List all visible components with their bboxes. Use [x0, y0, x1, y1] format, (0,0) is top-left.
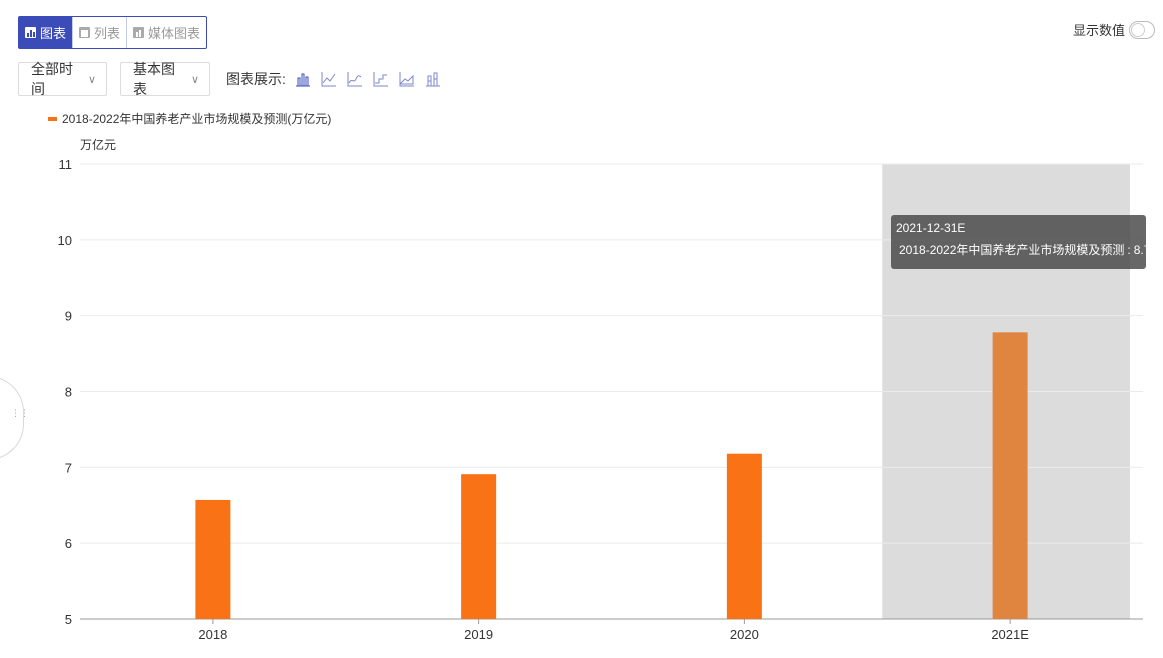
y-tick-label: 6 — [65, 536, 72, 551]
tooltip-series-name: 2018-2022年中国养老产业市场规模及预测 — [899, 243, 1125, 257]
bar-2020 — [726, 453, 762, 619]
y-tick-label: 10 — [58, 233, 72, 248]
x-tick-label: 2021E — [991, 627, 1029, 642]
bar-chart: 5 6 7 8 9 10 11 万亿元 2018 2019 2020 2021E — [58, 137, 1143, 642]
bar-2021E — [992, 332, 1028, 619]
x-tick-label: 2020 — [730, 627, 759, 642]
x-tick-label: 2018 — [198, 627, 227, 642]
y-tick-label: 8 — [65, 385, 72, 400]
chart-tooltip: 2021-12-31E 2018-2022年中国养老产业市场规模及预测: 8.7… — [891, 215, 1157, 269]
x-tick-label: 2019 — [464, 627, 493, 642]
tooltip-date: 2021-12-31E — [896, 221, 966, 235]
y-tick-label: 9 — [65, 309, 72, 324]
bar-2019 — [461, 474, 497, 619]
y-tick-label: 11 — [59, 157, 73, 172]
bar-2018 — [195, 499, 231, 619]
tooltip-value: 8.78 — [1133, 242, 1158, 257]
y-axis-label: 万亿元 — [80, 137, 116, 152]
y-tick-label: 7 — [65, 460, 72, 475]
y-tick-label: 5 — [65, 612, 72, 627]
